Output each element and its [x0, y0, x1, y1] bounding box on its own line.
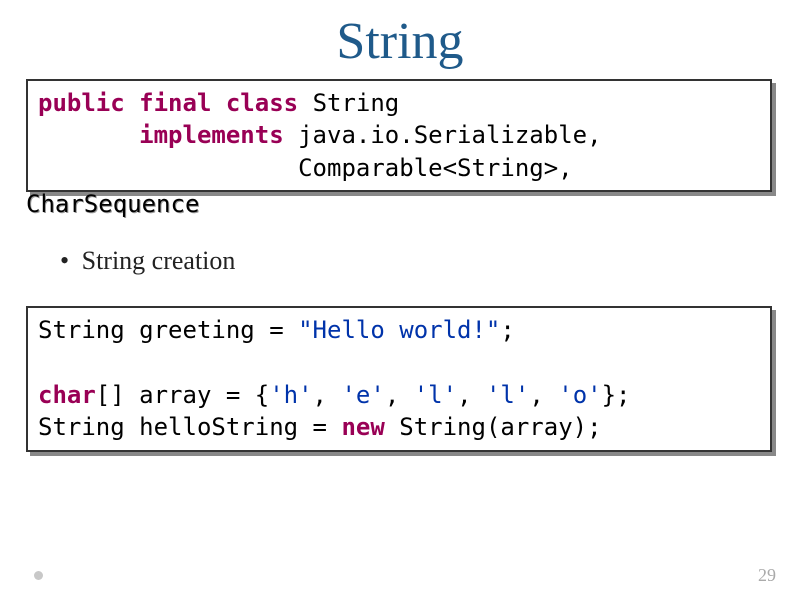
- char-literal: 'l': [414, 381, 457, 409]
- char-literal: 'e': [341, 381, 384, 409]
- code-text: };: [602, 381, 631, 409]
- class-declaration-code: public final class String implements jav…: [26, 79, 772, 192]
- char-literal: 'o': [558, 381, 601, 409]
- decorative-dot-icon: [34, 571, 43, 580]
- code-text: ;: [500, 316, 514, 344]
- iface-serializable: java.io.Serializable,: [298, 121, 601, 149]
- code-text: String greeting =: [38, 316, 298, 344]
- bullet-string-creation: String creation: [60, 246, 800, 276]
- code-text: [] array = {: [96, 381, 269, 409]
- char-literal: 'l': [486, 381, 529, 409]
- keyword-char: char: [38, 381, 96, 409]
- string-creation-code: String greeting = "Hello world!"; char[]…: [26, 306, 772, 452]
- code-text: String helloString =: [38, 413, 341, 441]
- keyword-implements: implements: [139, 121, 284, 149]
- keyword-class: class: [226, 89, 298, 117]
- keyword-public: public: [38, 89, 125, 117]
- keyword-final: final: [139, 89, 211, 117]
- string-literal: "Hello world!": [298, 316, 500, 344]
- overflow-charsequence: CharSequence: [26, 190, 800, 218]
- code-text: String(array);: [385, 413, 602, 441]
- class-name: String: [313, 89, 400, 117]
- keyword-new: new: [341, 413, 384, 441]
- iface-comparable: Comparable<String>,: [298, 154, 573, 182]
- page-number: 29: [758, 565, 776, 586]
- char-literal: 'h': [269, 381, 312, 409]
- slide-title: String: [0, 0, 800, 79]
